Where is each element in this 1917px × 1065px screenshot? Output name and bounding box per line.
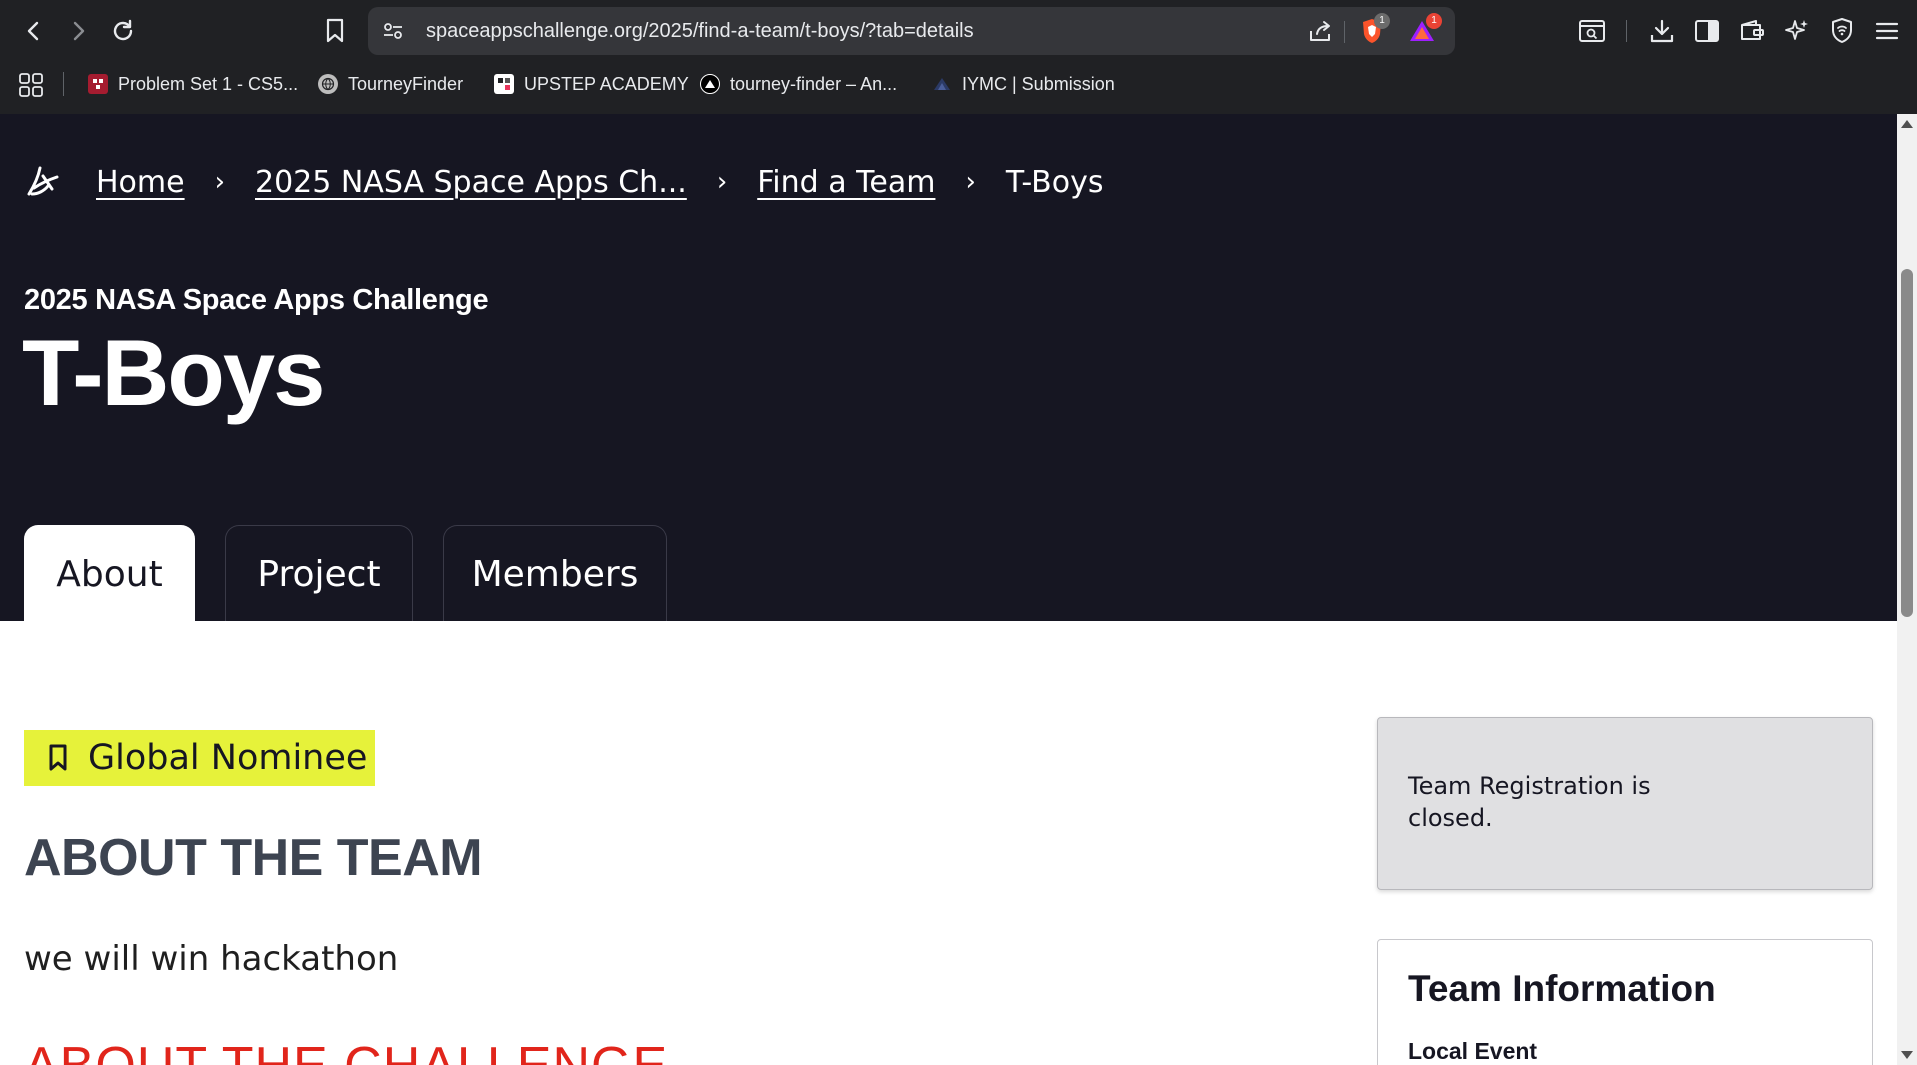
registration-status-box: Team Registration is closed. <box>1377 717 1873 890</box>
breadcrumb-home-link[interactable]: Home <box>96 165 185 200</box>
team-information-card: Team Information Local Event <box>1377 939 1873 1065</box>
bookmark-label: UPSTEP ACADEMY <box>524 73 689 94</box>
team-hero: Home › 2025 NASA Space Apps Ch... › Find… <box>0 114 1897 622</box>
triangle-icon <box>700 74 720 94</box>
page-scrollbar[interactable] <box>1897 114 1917 1065</box>
main-content: Global Nominee ABOUT THE TEAM we will wi… <box>0 621 1897 1065</box>
nominee-label: Global Nominee <box>88 738 368 778</box>
breadcrumb-find-team-link[interactable]: Find a Team <box>757 165 935 200</box>
tab-about[interactable]: About <box>24 525 195 622</box>
bookmark-label: IYMC | Submission <box>962 73 1115 94</box>
bookmarks-divider <box>63 72 64 96</box>
bookmark-item[interactable]: IYMC | Submission <box>932 62 1115 106</box>
share-icon[interactable] <box>1306 17 1336 45</box>
registration-status-text: Team Registration is closed. <box>1408 772 1651 832</box>
upstep-icon <box>494 74 514 94</box>
globe-icon <box>318 74 338 94</box>
scroll-up-arrow[interactable] <box>1901 120 1913 128</box>
back-icon[interactable] <box>18 13 50 49</box>
breadcrumb-challenge-link[interactable]: 2025 NASA Space Apps Ch... <box>255 165 687 200</box>
rewards-count-badge: 1 <box>1426 13 1442 29</box>
reload-icon[interactable] <box>106 13 140 49</box>
tab-members[interactable]: Members <box>443 525 667 622</box>
breadcrumb: Home › 2025 NASA Space Apps Ch... › Find… <box>24 162 1104 202</box>
menu-icon[interactable] <box>1870 13 1904 49</box>
about-challenge-heading: ABOUT THE CHALLENGE <box>24 1036 668 1065</box>
bookmark-label: TourneyFinder <box>348 73 464 94</box>
bookmark-label: Problem Set 1 - CS5... <box>118 73 299 94</box>
url-text[interactable]: spaceappschallenge.org/2025/find-a-team/… <box>426 7 974 55</box>
tab-search-icon[interactable] <box>1575 13 1609 49</box>
address-divider <box>1344 21 1345 43</box>
breadcrumb-separator: › <box>214 167 225 197</box>
event-subtitle: 2025 NASA Space Apps Challenge <box>24 284 489 316</box>
sidebar-toggle-icon[interactable] <box>1690 13 1724 49</box>
about-team-text: we will win hackathon <box>24 939 399 979</box>
browser-toolbar: spaceappschallenge.org/2025/find-a-team/… <box>0 0 1917 62</box>
bookmark-item[interactable]: UPSTEP ACADEMY <box>494 62 689 106</box>
site-settings-icon[interactable] <box>380 19 406 43</box>
toolbar-divider <box>1626 20 1627 42</box>
brave-rewards-icon[interactable]: 1 <box>1406 13 1442 47</box>
scroll-down-arrow[interactable] <box>1901 1051 1913 1059</box>
about-team-heading: ABOUT THE TEAM <box>24 829 483 887</box>
brave-shields-icon[interactable]: 1 <box>1356 13 1390 47</box>
team-title: T-Boys <box>22 320 325 425</box>
scroll-thumb[interactable] <box>1901 269 1913 617</box>
tab-project[interactable]: Project <box>225 525 413 622</box>
browser-chrome: spaceappschallenge.org/2025/find-a-team/… <box>0 0 1917 114</box>
download-icon[interactable] <box>1645 13 1679 49</box>
bookmark-item[interactable]: TourneyFinder <box>318 62 463 106</box>
vpn-shield-icon[interactable] <box>1825 13 1859 49</box>
breadcrumb-separator: › <box>965 167 976 197</box>
global-nominee-badge: Global Nominee <box>24 730 375 786</box>
wallet-icon[interactable] <box>1735 13 1769 49</box>
team-information-title: Team Information <box>1408 968 1716 1009</box>
apps-grid-icon[interactable] <box>16 70 46 100</box>
local-event-label: Local Event <box>1408 1038 1538 1064</box>
bookmark-item[interactable]: Problem Set 1 - CS5... <box>88 62 298 106</box>
space-apps-logo-icon[interactable] <box>24 164 62 200</box>
bookmark-ribbon-icon <box>48 744 68 772</box>
shields-count-badge: 1 <box>1374 13 1390 29</box>
breadcrumb-current: T-Boys <box>1005 164 1104 200</box>
bookmark-icon[interactable] <box>318 13 352 49</box>
leo-ai-icon[interactable] <box>1780 13 1814 49</box>
forward-icon[interactable] <box>62 13 94 49</box>
address-bar[interactable]: spaceappschallenge.org/2025/find-a-team/… <box>368 7 1455 55</box>
iymc-icon <box>932 74 952 94</box>
breadcrumb-separator: › <box>716 167 728 197</box>
harvard-shield-icon <box>88 74 108 94</box>
bookmark-label: tourney-finder – An... <box>730 73 898 94</box>
bookmark-item[interactable]: tourney-finder – An... <box>700 62 897 106</box>
bookmarks-bar: Problem Set 1 - CS5... TourneyFinder UPS… <box>0 62 1917 106</box>
